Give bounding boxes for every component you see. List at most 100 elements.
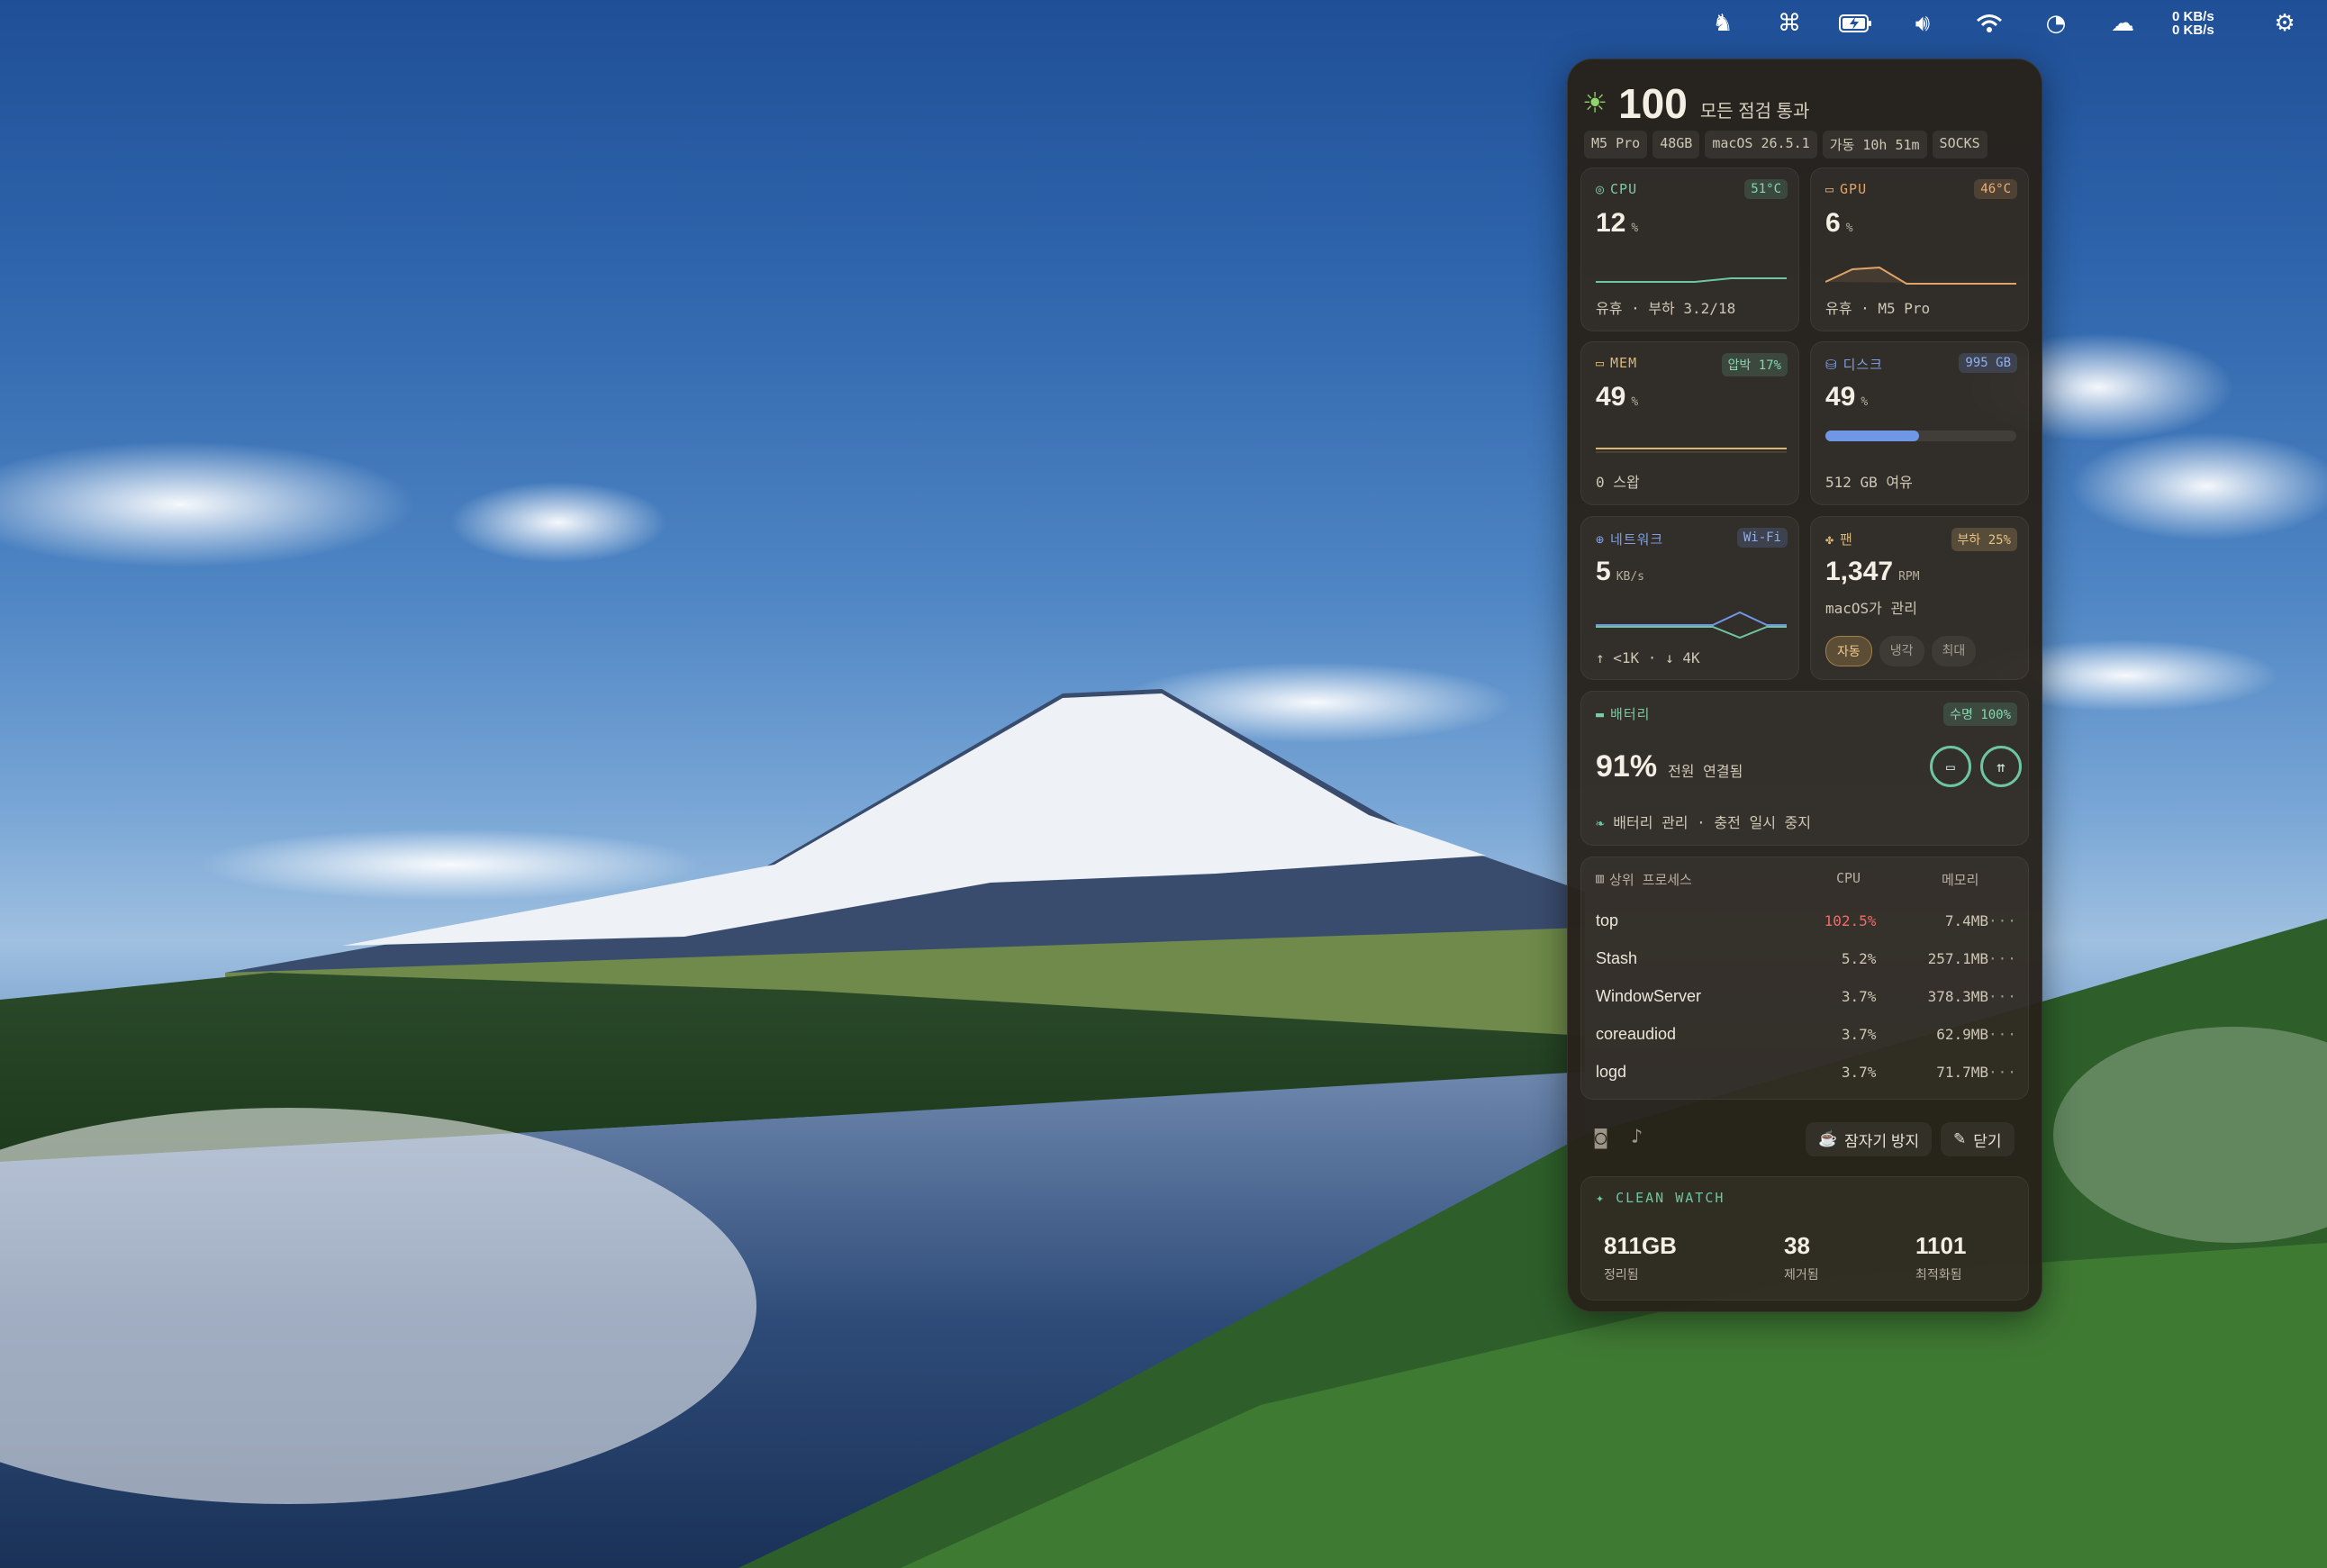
stat-removed-label: 제거됨 xyxy=(1784,1267,1819,1282)
col-mem-header: 메모리 xyxy=(1942,872,1979,888)
fan-mode-max[interactable]: 최대 xyxy=(1931,636,1977,666)
leaf-icon: ❧ xyxy=(1596,814,1605,831)
disk-card[interactable]: ⛁ 디스크 995 GB 49% 512 GB 여유 xyxy=(1810,341,2029,505)
sparkle-icon: ✦ xyxy=(1596,1190,1607,1206)
laptop-icon[interactable]: ▭ xyxy=(1930,746,1971,787)
wifi-icon[interactable] xyxy=(1972,6,2006,41)
process-mem: 62.9MB xyxy=(1936,1025,1989,1043)
charging-icon[interactable]: ⇈ xyxy=(1980,746,2022,787)
battery-icon: ▬ xyxy=(1596,705,1606,722)
process-cpu: 102.5% xyxy=(1824,911,1877,929)
more-icon[interactable]: ··· xyxy=(1988,1026,2016,1043)
chip-uptime: 가동 10h 51m xyxy=(1822,131,1927,159)
battery-charging-icon[interactable] xyxy=(1839,6,1873,41)
mem-pressure-badge: 압박 17% xyxy=(1721,353,1788,376)
battery-level-row: 91% 전원 연결됨 xyxy=(1596,749,1743,784)
network-speed-readout[interactable]: 0 KB/s 0 KB/s xyxy=(2172,10,2235,37)
process-row[interactable]: logd 3.7% 71.7MB ··· xyxy=(1596,1058,2016,1085)
sync-icon[interactable]: ◔ xyxy=(2039,6,2073,41)
more-icon[interactable]: ··· xyxy=(1988,988,2016,1005)
cpu-temp-badge: 51°C xyxy=(1744,179,1788,199)
more-icon[interactable]: ··· xyxy=(1988,950,2016,967)
microphone-icon[interactable]: ♪ xyxy=(1631,1126,1643,1148)
chip-memory: 48GB xyxy=(1652,131,1700,159)
control-center-icon[interactable]: ⚙ xyxy=(2268,6,2302,41)
process-mem: 71.7MB xyxy=(1936,1063,1989,1081)
fan-mode-auto[interactable]: 자동 xyxy=(1825,636,1872,666)
battery-health-badge: 수명 100% xyxy=(1943,702,2017,726)
col-cpu-header: CPU xyxy=(1836,870,1861,886)
health-status: 모든 점검 통과 xyxy=(1699,101,1810,122)
gpu-card[interactable]: ▭ GPU 46°C 6% 유휴 · M5 Pro xyxy=(1810,168,2029,331)
network-value: 5 KB/s xyxy=(1596,557,1644,586)
stat-removed-value: 38 xyxy=(1784,1232,1810,1259)
volume-icon[interactable]: 🔊︎ xyxy=(1906,6,1940,41)
chip-proxy: SOCKS xyxy=(1932,131,1987,159)
fan-mode-cool[interactable]: 냉각 xyxy=(1879,636,1924,666)
stat-cleaned: 811GB 정리됨 xyxy=(1604,1232,1677,1283)
process-row[interactable]: top 102.5% 7.4MB ··· xyxy=(1596,907,2016,934)
process-cpu: 3.7% xyxy=(1841,1025,1877,1043)
stat-optimized: 1101 최적화됨 xyxy=(1915,1232,1966,1283)
sun-icon: ☀ xyxy=(1584,83,1607,124)
disk-size-badge: 995 GB xyxy=(1959,353,2017,373)
stat-optimized-value: 1101 xyxy=(1915,1232,1967,1259)
chip-chip: M5 Pro xyxy=(1584,131,1648,159)
globe-icon: ⊕ xyxy=(1596,530,1606,548)
net-up-text: 0 KB/s xyxy=(2172,9,2214,24)
mem-sparkline xyxy=(1596,448,1787,453)
disk-title: ⛁ 디스크 xyxy=(1825,356,1883,374)
camera-icon[interactable]: ◙ xyxy=(1595,1127,1607,1149)
cleanwatch-title: ✦ CLEAN WATCH xyxy=(1596,1190,1725,1206)
network-title: ⊕ 네트워크 xyxy=(1596,530,1664,548)
fan-title: ✤ 팬 xyxy=(1825,530,1853,548)
more-icon[interactable]: ··· xyxy=(1988,1064,2016,1081)
battery-title: ▬ 배터리 xyxy=(1596,705,1651,723)
cpu-title: ◎ CPU xyxy=(1596,181,1638,197)
broom-icon: ✎ xyxy=(1953,1130,1967,1147)
gpu-sparkline xyxy=(1825,266,2016,285)
stat-optimized-label: 최적화됨 xyxy=(1915,1267,1962,1282)
mem-value: 49% xyxy=(1596,382,1639,412)
fan-card[interactable]: ✤ 팬 부하 25% 1,347 RPM macOS가 관리 자동 냉각 최대 xyxy=(1810,516,2029,680)
battery-percent: 91% xyxy=(1596,749,1658,784)
memory-card[interactable]: ▭ MEM 압박 17% 49% 0 스왑 xyxy=(1580,341,1799,505)
disk-icon: ⛁ xyxy=(1825,356,1838,373)
horse-icon[interactable]: ♞ xyxy=(1706,6,1740,41)
processes-title: ▥ 상위 프로세스 xyxy=(1596,870,1692,888)
process-row[interactable]: WindowServer 3.7% 378.3MB ··· xyxy=(1596,983,2016,1010)
network-sparkline xyxy=(1596,611,1787,639)
disk-usage-bar xyxy=(1825,431,2016,441)
battery-status: 전원 연결됨 xyxy=(1668,763,1743,780)
process-name: logd xyxy=(1596,1062,1627,1081)
keep-awake-button[interactable]: ☕ 잠자기 방지 xyxy=(1806,1122,1933,1156)
coffee-icon: ☕ xyxy=(1818,1130,1838,1147)
process-cpu: 5.2% xyxy=(1841,949,1877,967)
close-button[interactable]: ✎ 닫기 xyxy=(1941,1122,2015,1156)
mem-footer: 0 스왑 xyxy=(1596,474,1640,491)
process-mem: 257.1MB xyxy=(1927,949,1989,967)
battery-footer: ❧ 배터리 관리 · 충전 일시 중지 xyxy=(1596,814,1811,831)
cpu-footer: 유휴 · 부하 3.2/18 xyxy=(1596,300,1736,317)
system-monitor-panel: ☀ 100 모든 점검 통과 M5 Pro 48GB macOS 26.5.1 … xyxy=(1567,59,2042,1312)
network-card[interactable]: ⊕ 네트워크 Wi-Fi 5 KB/s ↑ <1K · ↓ 4K xyxy=(1580,516,1799,680)
process-name: Stash xyxy=(1596,948,1638,967)
battery-card[interactable]: ▬ 배터리 수명 100% 91% 전원 연결됨 ▭ ⇈ ❧ 배터리 관리 · 충… xyxy=(1580,691,2029,846)
cpu-icon: ◎ xyxy=(1596,181,1606,197)
cpu-card[interactable]: ◎ CPU 51°C 12% 유휴 · 부하 3.2/18 xyxy=(1580,168,1799,331)
net-down-text: 0 KB/s xyxy=(2172,23,2214,38)
fan-icon: ✤ xyxy=(1825,530,1835,548)
disk-footer: 512 GB 여유 xyxy=(1825,474,1913,491)
gpu-value: 6% xyxy=(1825,208,1853,238)
disk-value: 49% xyxy=(1825,382,1869,412)
cloud-upload-icon[interactable]: ☁ xyxy=(2105,6,2140,41)
process-row[interactable]: coreaudiod 3.7% 62.9MB ··· xyxy=(1596,1020,2016,1047)
disk-usage-fill xyxy=(1825,431,1919,441)
command-icon[interactable]: ⌘ xyxy=(1772,6,1806,41)
more-icon[interactable]: ··· xyxy=(1988,912,2016,929)
process-mem: 378.3MB xyxy=(1927,987,1989,1005)
process-cpu: 3.7% xyxy=(1841,987,1877,1005)
health-score: 100 xyxy=(1618,80,1688,127)
process-row[interactable]: Stash 5.2% 257.1MB ··· xyxy=(1596,945,2016,972)
process-name: WindowServer xyxy=(1596,986,1702,1005)
